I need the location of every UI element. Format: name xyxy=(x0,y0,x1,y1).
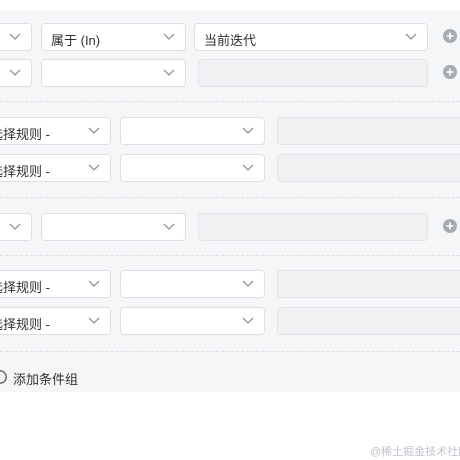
group-divider xyxy=(0,255,460,256)
chevron-down-icon xyxy=(405,33,417,40)
add-condition-icon[interactable] xyxy=(443,65,457,79)
chevron-down-icon xyxy=(9,33,21,40)
field-select-row7[interactable] xyxy=(0,213,32,241)
operator-select-row2[interactable] xyxy=(41,59,186,87)
add-condition-icon[interactable] xyxy=(443,219,457,233)
rule-select-text: 选择规则 - xyxy=(0,164,50,179)
condition-panel: 属于 (In) 当前迭代 选择规则 - 选择规则 - xyxy=(0,10,460,392)
operator-select-row6[interactable] xyxy=(120,154,265,182)
field-select-row1[interactable] xyxy=(0,23,32,51)
chevron-down-icon xyxy=(88,280,100,287)
chevron-down-icon xyxy=(88,317,100,324)
chevron-down-icon xyxy=(9,223,21,230)
value-input-row2 xyxy=(198,59,428,87)
chevron-down-icon xyxy=(88,164,100,171)
rule-select-row8[interactable]: 选择规则 - xyxy=(0,270,111,298)
add-circle-icon xyxy=(0,370,7,384)
add-condition-group-label: 添加条件组 xyxy=(13,372,79,387)
value-input-row7 xyxy=(198,213,428,241)
rule-select-row9[interactable]: 选择规则 - xyxy=(0,307,111,335)
value-input-row6 xyxy=(277,154,460,182)
value-input-row8 xyxy=(277,270,460,298)
rule-select-text: 选择规则 - xyxy=(0,127,50,142)
add-condition-icon[interactable] xyxy=(443,29,457,43)
chevron-down-icon xyxy=(242,127,254,134)
value-select-row1[interactable]: 当前迭代 xyxy=(194,23,428,51)
chevron-down-icon xyxy=(242,164,254,171)
chevron-down-icon xyxy=(163,69,175,76)
value-input-row5 xyxy=(277,117,460,145)
operator-select-row8[interactable] xyxy=(120,270,265,298)
group-divider xyxy=(0,197,460,198)
operator-select-row1[interactable]: 属于 (In) xyxy=(41,23,186,51)
group-divider xyxy=(0,351,460,352)
value-text: 当前迭代 xyxy=(204,33,257,48)
rule-select-row5[interactable]: 选择规则 - xyxy=(0,117,111,145)
rule-select-text: 选择规则 - xyxy=(0,317,50,332)
rule-select-text: 选择规则 - xyxy=(0,280,50,295)
operator-select-row5[interactable] xyxy=(120,117,265,145)
chevron-down-icon xyxy=(163,33,175,40)
field-select-row2[interactable] xyxy=(0,59,32,87)
group-divider xyxy=(0,101,460,102)
chevron-down-icon xyxy=(242,280,254,287)
chevron-down-icon xyxy=(163,223,175,230)
operator-select-row9[interactable] xyxy=(120,307,265,335)
value-input-row9 xyxy=(277,307,460,335)
chevron-down-icon xyxy=(88,127,100,134)
operator-select-row7[interactable] xyxy=(41,213,186,241)
watermark: @稀土掘金技术社区 xyxy=(370,446,460,458)
rule-select-row6[interactable]: 选择规则 - xyxy=(0,154,111,182)
chevron-down-icon xyxy=(242,317,254,324)
operator-value: 属于 (In) xyxy=(51,33,101,48)
chevron-down-icon xyxy=(9,69,21,76)
